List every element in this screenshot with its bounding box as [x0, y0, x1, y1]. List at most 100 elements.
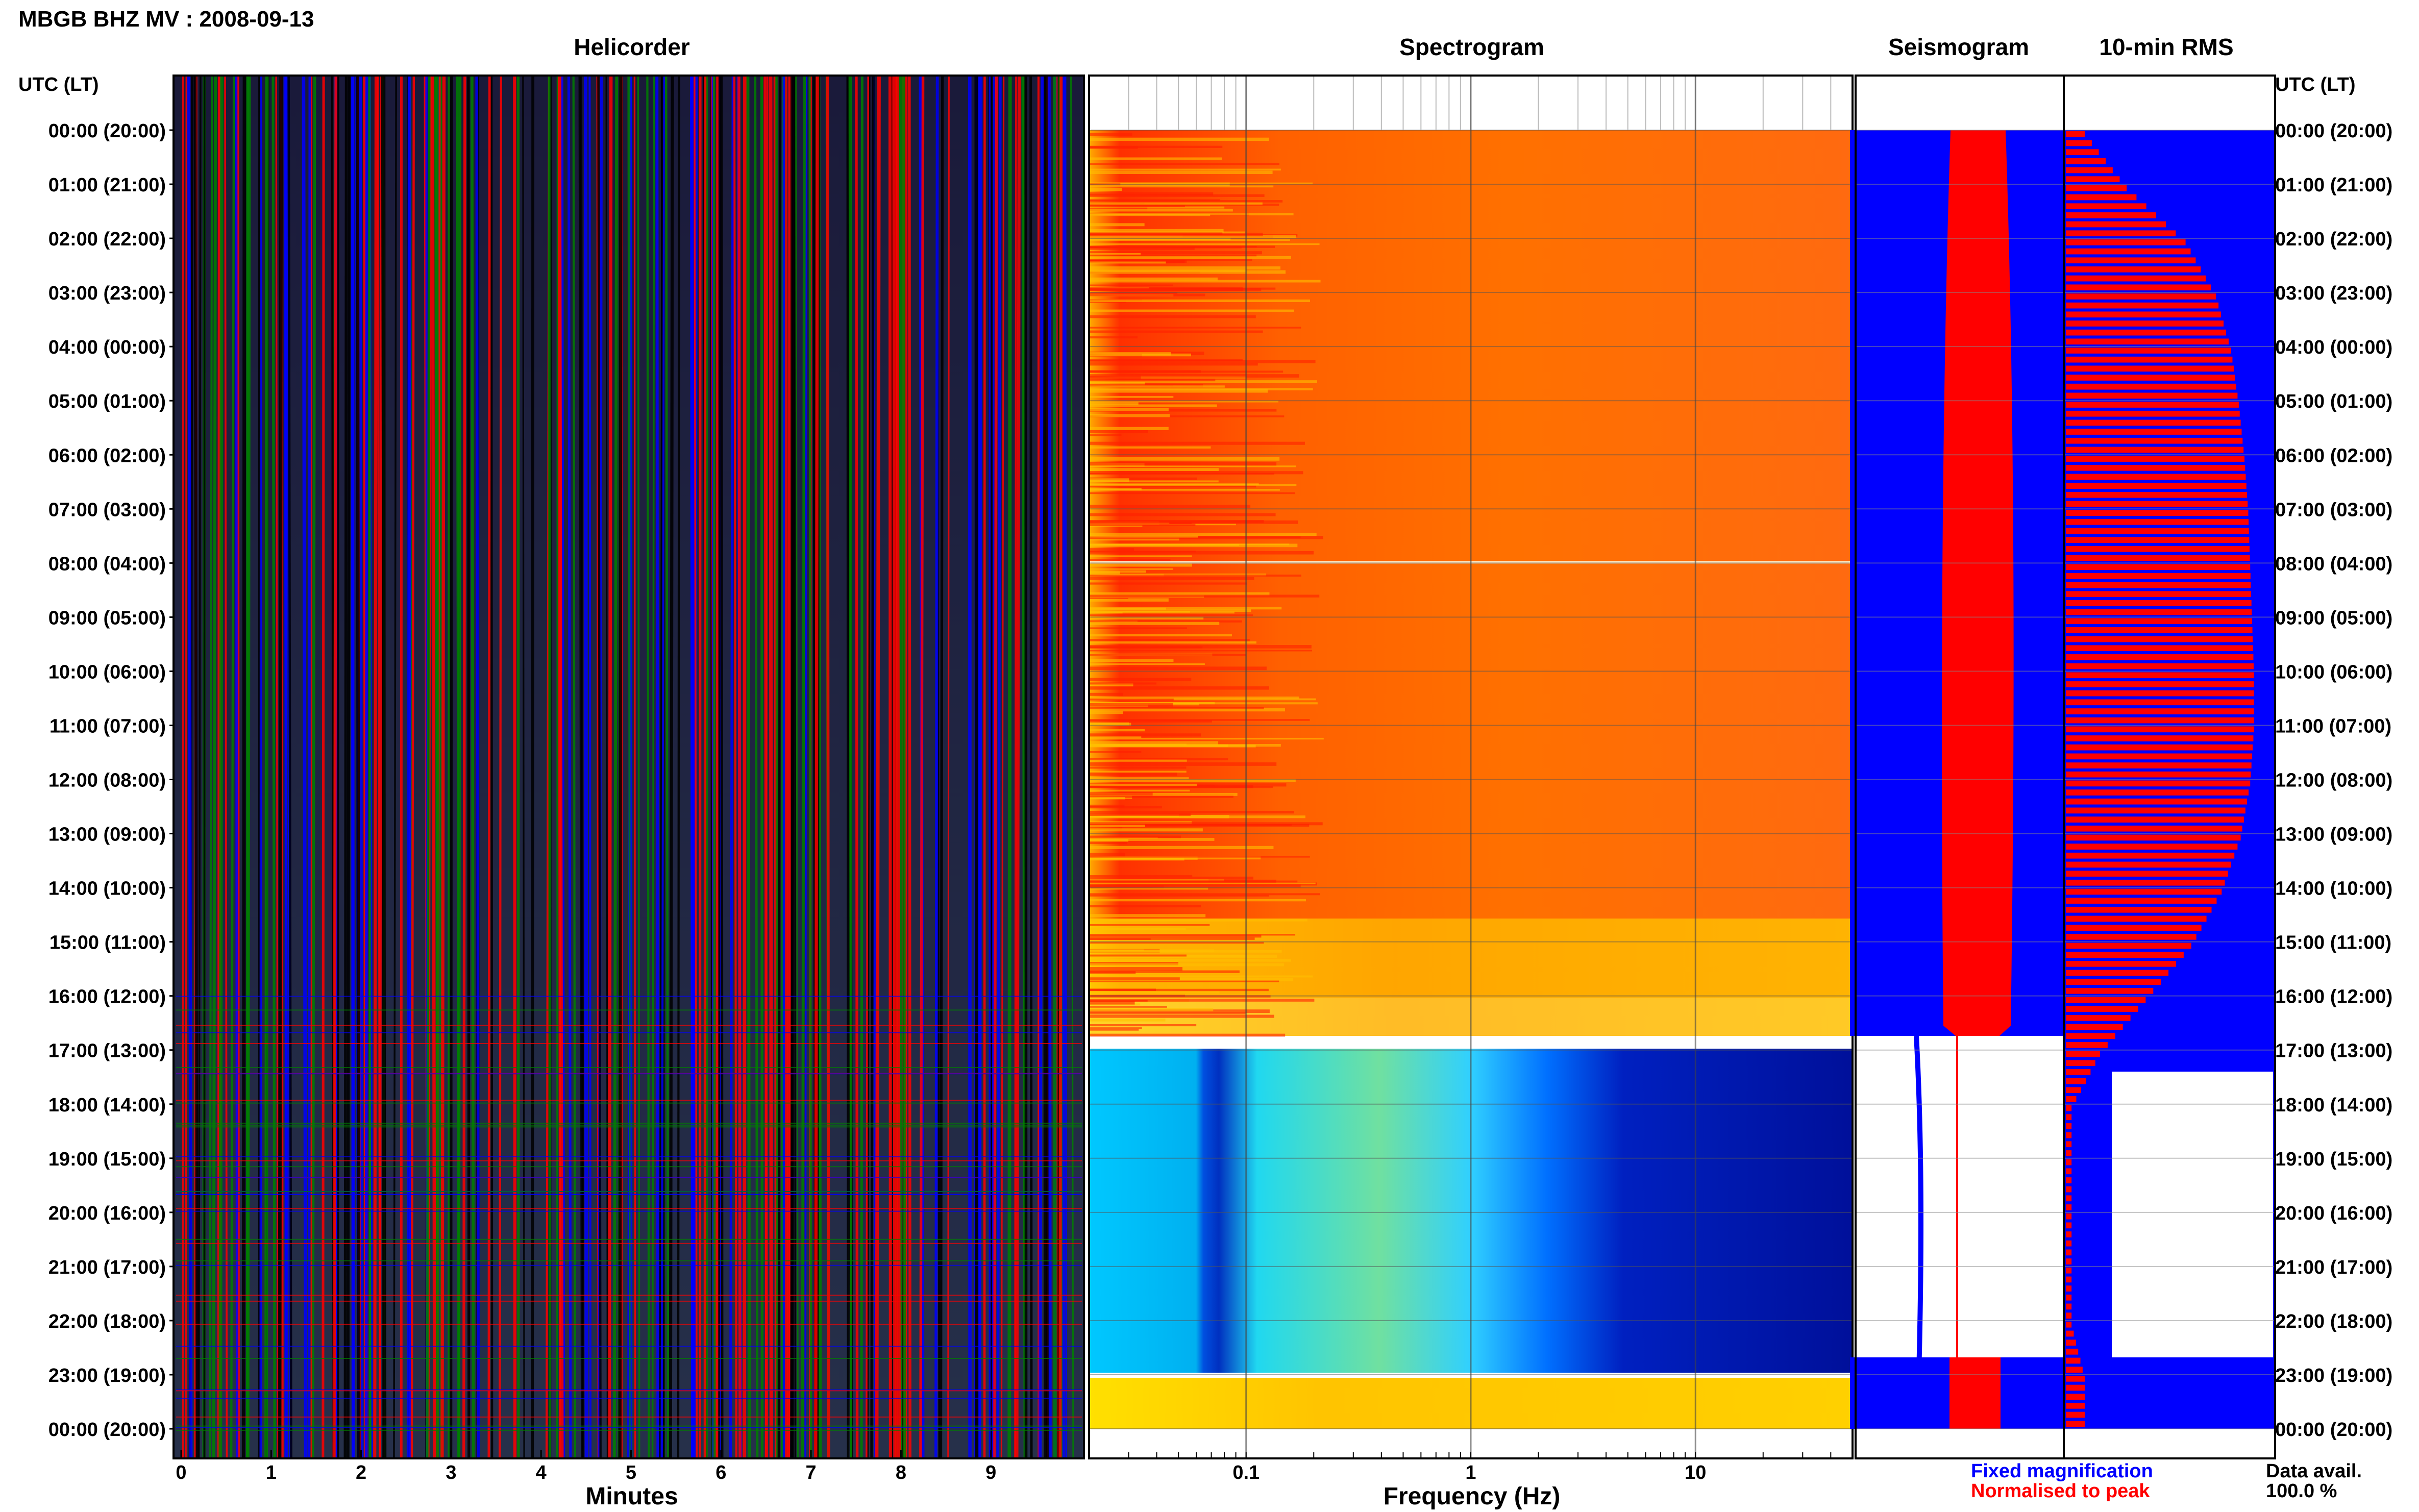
time-label-left: 01:00 (21:00) [48, 175, 166, 196]
spectrogram-stripe [1089, 284, 1173, 286]
rms-bar [2066, 708, 2254, 714]
rms-bar [2066, 844, 2238, 850]
helicorder-trace [892, 76, 896, 1458]
helicorder-trace [311, 76, 316, 1458]
rms-bar [2066, 1384, 2085, 1391]
spectrogram-stripe [1089, 856, 1310, 858]
helicorder-trace [431, 76, 436, 1458]
spectrogram-stripe [1089, 194, 1265, 197]
helicorder-trace [669, 76, 674, 1458]
spectrogram-stripe [1089, 266, 1280, 270]
spectrogram-stripe [1089, 505, 1251, 508]
rms-bar [2066, 1195, 2072, 1202]
rms-bar [2066, 997, 2146, 1003]
rms-bar [2066, 807, 2245, 814]
rms-bar [2066, 383, 2236, 390]
spectrogram-stripe [1089, 309, 1294, 312]
time-label-left: 08:00 (04:00) [48, 553, 166, 575]
rms-bar [2066, 753, 2252, 760]
rms-bar [2066, 456, 2245, 462]
rms-bar [2066, 1168, 2072, 1175]
rms-bar [2066, 943, 2191, 949]
spectrogram-stripe [1089, 659, 1174, 662]
spectrogram-stripe [1089, 654, 1246, 656]
time-label-right: 04:00 (00:00) [2275, 337, 2392, 358]
time-label-left: 21:00 (17:00) [48, 1257, 166, 1278]
spectrogram-stripe [1089, 614, 1253, 616]
spectrogram-stripe [1089, 622, 1220, 625]
helicorder-trace [513, 76, 517, 1458]
spectrogram-stripe [1089, 914, 1206, 918]
rms-bar [2066, 302, 2219, 309]
helicorder-trace [934, 76, 939, 1458]
spectrogram-stripe [1089, 492, 1295, 494]
figure-title: MBGB BHZ MV : 2008-09-13 [18, 7, 314, 32]
spectrogram-stripe [1089, 682, 1157, 685]
rms-bar [2066, 1177, 2072, 1183]
rms-bar [2066, 1015, 2131, 1021]
helicorder-trace [302, 76, 308, 1458]
rms-bar [2066, 970, 2169, 976]
time-label-left: 17:00 (13:00) [48, 1040, 166, 1062]
spectrogram-stripe [1089, 1001, 1135, 1005]
spectrogram-stripe [1089, 457, 1280, 461]
rms-bar [2066, 266, 2201, 272]
frequency-tick-label: 0.1 [1232, 1462, 1260, 1483]
helicorder-trace [1043, 76, 1047, 1458]
rms-bar [2066, 699, 2254, 706]
rms-bar [2066, 474, 2246, 480]
time-label-right: 12:00 (08:00) [2275, 770, 2392, 791]
rms-bar [2066, 528, 2249, 534]
rms-bar [2066, 1222, 2072, 1229]
spectrogram-stripe [1089, 924, 1210, 926]
helicorder-trace [271, 76, 276, 1458]
spectrogram-stripe [1089, 430, 1148, 433]
helicorder-trace [343, 76, 348, 1458]
time-label-left: 11:00 (07:00) [50, 715, 166, 737]
helicorder-trace [908, 76, 911, 1458]
spectrogram-stripe [1089, 1012, 1246, 1014]
helicorder-trace [355, 76, 361, 1458]
rms-bar [2066, 230, 2176, 237]
helicorder-trace [947, 76, 950, 1458]
helicorder-trace [322, 76, 325, 1458]
helicorder-trace [1047, 76, 1052, 1458]
spectrogram-stripe [1089, 287, 1243, 291]
helicorder-trace [246, 76, 251, 1458]
spectrogram-stripe [1089, 1006, 1167, 1008]
spectrogram-stripe [1089, 733, 1201, 737]
rms-bar [2066, 672, 2254, 679]
right-time-axis: 00:00 (20:00) 01:00 (21:00) 02:00 (22:00) 0… [2275, 120, 2392, 1441]
rms-bar [2066, 1276, 2072, 1283]
rms-bar [2066, 645, 2253, 652]
spectrogram-stripe [1089, 157, 1222, 160]
spectrogram-stripe [1089, 771, 1187, 773]
helicorder-trace [193, 76, 199, 1458]
rms-bar [2066, 1159, 2072, 1166]
helicorder-trace [241, 76, 246, 1458]
rms-bar [2066, 402, 2239, 408]
spectrogram-stripe [1089, 762, 1277, 766]
time-label-right: 06:00 (02:00) [2275, 445, 2392, 466]
minute-tick-label: 2 [356, 1462, 366, 1483]
rms-bar [2066, 419, 2241, 426]
spectrogram-stripe [1089, 205, 1185, 208]
rms-bar [2066, 1213, 2072, 1220]
spectrogram-stripe [1089, 188, 1122, 191]
helicorder-trace [814, 76, 819, 1458]
spectrogram-stripe [1089, 663, 1205, 665]
time-label-left: 15:00 (11:00) [50, 932, 166, 954]
spectrogram-stripe [1089, 370, 1283, 373]
helicorder-trace [567, 76, 572, 1458]
time-label-left: 18:00 (14:00) [48, 1095, 166, 1116]
spectrogram-stripe [1089, 639, 1250, 641]
rms-bar [2066, 1105, 2072, 1111]
spectrogram-stripe [1089, 520, 1298, 524]
spectrogram-stripe [1089, 967, 1183, 971]
spectrogram-stripe [1089, 824, 1145, 827]
spectrogram-stripe [1089, 777, 1189, 779]
spectrogram-stripe [1089, 711, 1123, 714]
rms-bar [2066, 1375, 2085, 1382]
rms-bar [2066, 338, 2229, 345]
helicorder-trace [470, 76, 475, 1458]
